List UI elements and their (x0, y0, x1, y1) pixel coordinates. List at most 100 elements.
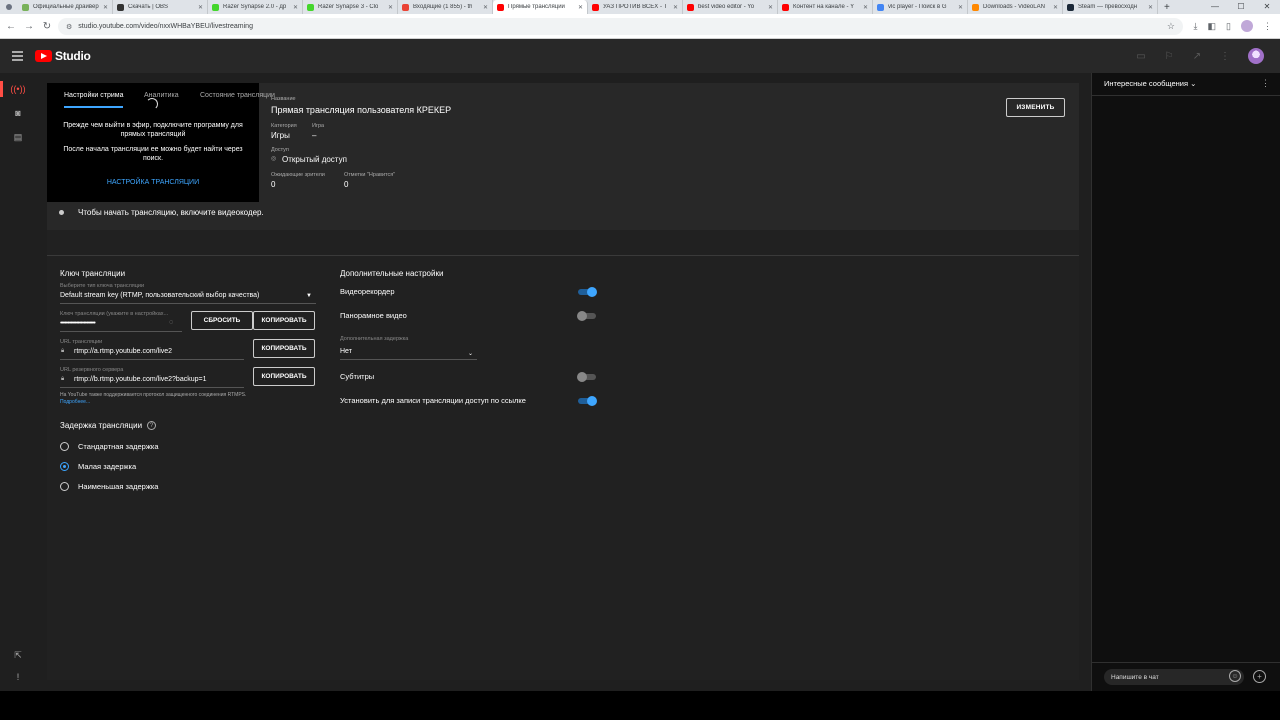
emoji-icon[interactable]: ☺ (1229, 670, 1241, 682)
logo-text: Studio (55, 49, 91, 63)
edit-button[interactable]: ИЗМЕНИТЬ (1006, 98, 1065, 117)
copy-url-button[interactable]: КОПИРОВАТЬ (253, 339, 315, 358)
radio-standard-latency[interactable] (60, 442, 69, 451)
browser-tab-active[interactable]: Прямые трансляции ✕ (493, 0, 588, 14)
tab-close-icon[interactable]: ✕ (103, 4, 108, 11)
tab-close-icon[interactable]: ✕ (768, 4, 773, 11)
maximize-icon[interactable]: ☐ (1228, 0, 1254, 14)
downloads-icon[interactable]: ⤓ (1194, 21, 1198, 32)
tab-title: vlc player - Поиск в G (888, 4, 947, 10)
dropdown-arrow-icon[interactable]: ▼ (306, 293, 312, 299)
browser-tab[interactable]: Контент на канале - Y ✕ (778, 0, 873, 14)
bottom-bar (0, 691, 1280, 720)
learn-more-link[interactable]: Подробнее... (60, 399, 90, 405)
subtitles-toggle[interactable] (577, 372, 596, 382)
reset-key-button[interactable]: СБРОСИТЬ (191, 311, 253, 330)
tab-close-icon[interactable]: ✕ (388, 4, 393, 11)
browser-tab[interactable]: Steam — превосходн ✕ (1063, 0, 1158, 14)
address-bar[interactable]: ⚙ studio.youtube.com/video/nxxWHBaYBEU/l… (58, 18, 1183, 35)
tab-close-icon[interactable]: ✕ (1148, 4, 1153, 11)
chat-mode-select[interactable]: Интересные сообщения ⌄ (1104, 79, 1196, 88)
browser-menu-dot[interactable] (6, 4, 12, 10)
browser-tab[interactable]: best video editor - Yo ✕ (683, 0, 778, 14)
visibility-off-icon[interactable]: ◌ (169, 319, 173, 326)
extensions-icon[interactable]: ◧ (1208, 21, 1217, 32)
tab-analytics[interactable]: Аналитика (144, 83, 179, 108)
additional-settings-title: Дополнительные настройки (340, 269, 444, 278)
chevron-down-icon[interactable]: ⌄ (468, 350, 473, 357)
share-icon[interactable]: ↗ (1192, 51, 1202, 62)
browser-tab[interactable]: Официальные драйвер ✕ (18, 0, 113, 14)
window-icon[interactable]: ▭ (1136, 51, 1146, 62)
tab-title: Контент на канале - Y (793, 4, 855, 10)
select-underline (60, 303, 316, 304)
browser-profile-avatar[interactable] (1241, 20, 1253, 32)
tab-stream-settings[interactable]: Настройки стрима (64, 83, 124, 108)
add-icon[interactable]: + (1253, 670, 1266, 683)
nav-stream-icon[interactable]: ((•)) (0, 79, 36, 99)
tab-close-icon[interactable]: ✕ (198, 4, 203, 11)
nav-feedback-icon[interactable]: ! (0, 667, 36, 687)
likes-value: 0 (344, 180, 349, 189)
more-vert-icon[interactable]: ⋮ (1220, 51, 1230, 62)
setup-stream-link[interactable]: НАСТРОЙКА ТРАНСЛЯЦИИ (47, 179, 259, 186)
browser-tab[interactable]: Razer Synapse 2.0 - др ✕ (208, 0, 303, 14)
browser-tab[interactable]: УАЗ ПРОТИВ ВСЕХ - Т ✕ (588, 0, 683, 14)
bookmark-star-icon[interactable]: ☆ (1167, 21, 1175, 32)
tab-close-icon[interactable]: ✕ (863, 4, 868, 11)
tab-close-icon[interactable]: ✕ (483, 4, 488, 11)
browser-menu-icon[interactable]: ⋮ (1263, 21, 1272, 32)
tab-close-icon[interactable]: ✕ (578, 4, 583, 11)
browser-tab[interactable]: Razer Synapse 3 - Clo ✕ (303, 0, 398, 14)
globe-icon: ◎ (271, 156, 277, 162)
unlisted-toggle[interactable] (578, 396, 597, 406)
dvr-toggle[interactable] (578, 287, 597, 297)
youtube-logo-icon (35, 50, 52, 62)
forward-icon[interactable]: → (20, 21, 38, 32)
tab-title: Steam — превосходн (1078, 4, 1138, 10)
tab-title: Razer Synapse 3 - Clo (318, 4, 379, 10)
tab-stream-health[interactable]: Состояние трансляции (200, 83, 275, 108)
browser-tab[interactable]: Downloads - VideoLAN ✕ (968, 0, 1063, 14)
studio-logo[interactable]: Studio (35, 49, 91, 63)
tab-close-icon[interactable]: ✕ (293, 4, 298, 11)
sidepanel-icon[interactable]: ▯ (1226, 21, 1231, 32)
browser-tab[interactable]: vlc player - Поиск в G ✕ (873, 0, 968, 14)
tab-close-icon[interactable]: ✕ (673, 4, 678, 11)
reload-icon[interactable]: ↻ (38, 21, 56, 32)
back-icon[interactable]: ← (2, 21, 20, 32)
flag-icon[interactable]: ⚐ (1164, 51, 1174, 62)
extra-delay-select[interactable]: Нет (340, 348, 352, 355)
stream-url-field[interactable]: rtmp://a.rtmp.youtube.com/live2 (74, 348, 172, 355)
stream-key-label: Ключ трансляции (укажите в настройках... (60, 311, 169, 317)
tab-close-icon[interactable]: ✕ (1053, 4, 1058, 11)
help-icon[interactable]: ? (147, 421, 156, 430)
panorama-toggle[interactable] (577, 311, 596, 321)
nav-external-link-icon[interactable]: ⇱ (0, 645, 36, 665)
tab-close-icon[interactable]: ✕ (958, 4, 963, 11)
chat-more-icon[interactable]: ⋮ (1261, 78, 1270, 89)
copy-backup-button[interactable]: КОПИРОВАТЬ (253, 367, 315, 386)
new-tab-button[interactable]: + (1164, 2, 1170, 13)
left-nav: ((•)) ◙ ▤ ⇱ ! (0, 73, 36, 691)
minimize-icon[interactable]: — (1202, 0, 1228, 14)
chat-placeholder: Напишите в чат (1111, 673, 1159, 681)
tab-favicon-icon (402, 3, 409, 11)
nav-camera-icon[interactable]: ◙ (0, 103, 36, 123)
close-window-icon[interactable]: ✕ (1254, 0, 1280, 14)
radio-low-latency[interactable] (60, 462, 69, 471)
site-info-icon[interactable]: ⚙ (66, 23, 72, 31)
stream-key-field[interactable]: •••••••••••••••••••••••• (60, 320, 96, 327)
browser-tab[interactable]: Входящие (1 855) - th ✕ (398, 0, 493, 14)
chat-input[interactable]: Напишите в чат (1104, 669, 1244, 685)
nav-manage-icon[interactable]: ▤ (0, 127, 36, 147)
tab-title: Входящие (1 855) - th (413, 4, 473, 10)
backup-url-field[interactable]: rtmp://b.rtmp.youtube.com/live2?backup=1 (74, 376, 206, 383)
radio-ultra-low-latency[interactable] (60, 482, 69, 491)
tab-favicon-icon (117, 3, 124, 11)
browser-tab[interactable]: Скачать | OBS ✕ (113, 0, 208, 14)
key-type-select[interactable]: Default stream key (RTMP, пользовательск… (60, 292, 259, 299)
account-avatar[interactable] (1248, 48, 1264, 64)
copy-key-button[interactable]: КОПИРОВАТЬ (253, 311, 315, 330)
hamburger-menu-icon[interactable] (12, 51, 23, 63)
